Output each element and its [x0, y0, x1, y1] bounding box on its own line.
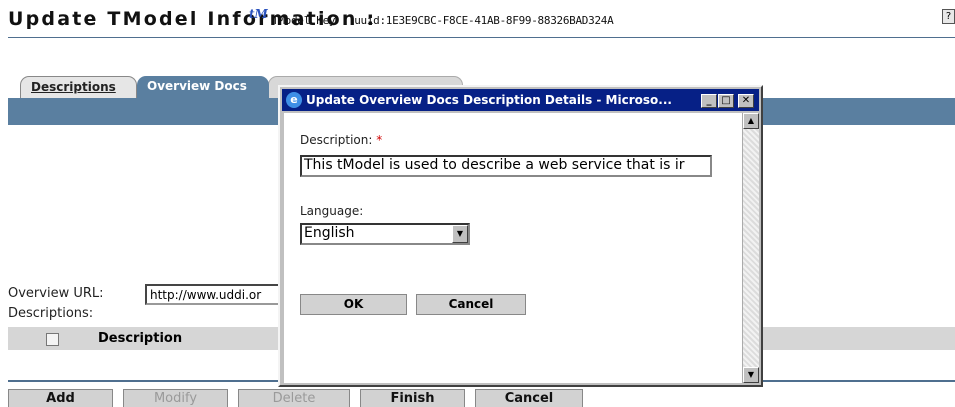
cancel-button[interactable]: Cancel [475, 389, 583, 407]
chevron-down-icon[interactable]: ▼ [452, 225, 468, 243]
modify-button[interactable]: Modify [123, 389, 228, 407]
delete-button[interactable]: Delete [238, 389, 350, 407]
tmodel-icon: tM [249, 7, 268, 21]
dialog-scrollbar[interactable]: ▲ ▼ [742, 113, 759, 383]
scroll-down-icon[interactable]: ▼ [743, 367, 759, 383]
scroll-up-icon[interactable]: ▲ [743, 113, 759, 129]
description-input[interactable]: This tModel is used to describe a web se… [300, 155, 712, 177]
add-button[interactable]: Add [8, 389, 113, 407]
minimize-icon[interactable]: _ [701, 94, 717, 108]
title-divider [8, 37, 955, 38]
description-details-dialog: e Update Overview Docs Description Detai… [278, 85, 763, 387]
select-all-checkbox[interactable] [46, 333, 59, 346]
finish-button[interactable]: Finish [360, 389, 465, 407]
page: Update TModel Information : tM TModel Ke… [0, 0, 955, 407]
dialog-body: Description: * This tModel is used to de… [284, 113, 759, 383]
overview-url-label: Overview URL: [8, 286, 104, 301]
language-selected-value: English [304, 225, 355, 241]
dialog-titlebar[interactable]: e Update Overview Docs Description Detai… [282, 89, 759, 111]
tab-descriptions[interactable]: Descriptions [20, 76, 137, 98]
maximize-icon[interactable]: □ [718, 94, 734, 108]
required-marker: * [376, 133, 383, 147]
descriptions-label: Descriptions: [8, 306, 94, 321]
description-field-label: Description: * [300, 133, 382, 147]
dialog-cancel-button[interactable]: Cancel [416, 294, 526, 315]
close-icon[interactable]: ✕ [738, 94, 754, 108]
description-label-text: Description: [300, 133, 373, 147]
tmodel-key: TModel Key : uuid:1E3E9CBC-F8CE-41AB-8F9… [272, 14, 614, 27]
dialog-title: Update Overview Docs Description Details… [306, 93, 672, 107]
language-label: Language: [300, 204, 364, 218]
language-select[interactable]: English ▼ [300, 223, 470, 245]
browser-icon: e [286, 92, 302, 108]
description-column-header: Description [98, 331, 183, 346]
help-icon[interactable]: ? [942, 9, 955, 24]
ok-button[interactable]: OK [300, 294, 407, 315]
tab-overview-docs[interactable]: Overview Docs [137, 76, 269, 98]
